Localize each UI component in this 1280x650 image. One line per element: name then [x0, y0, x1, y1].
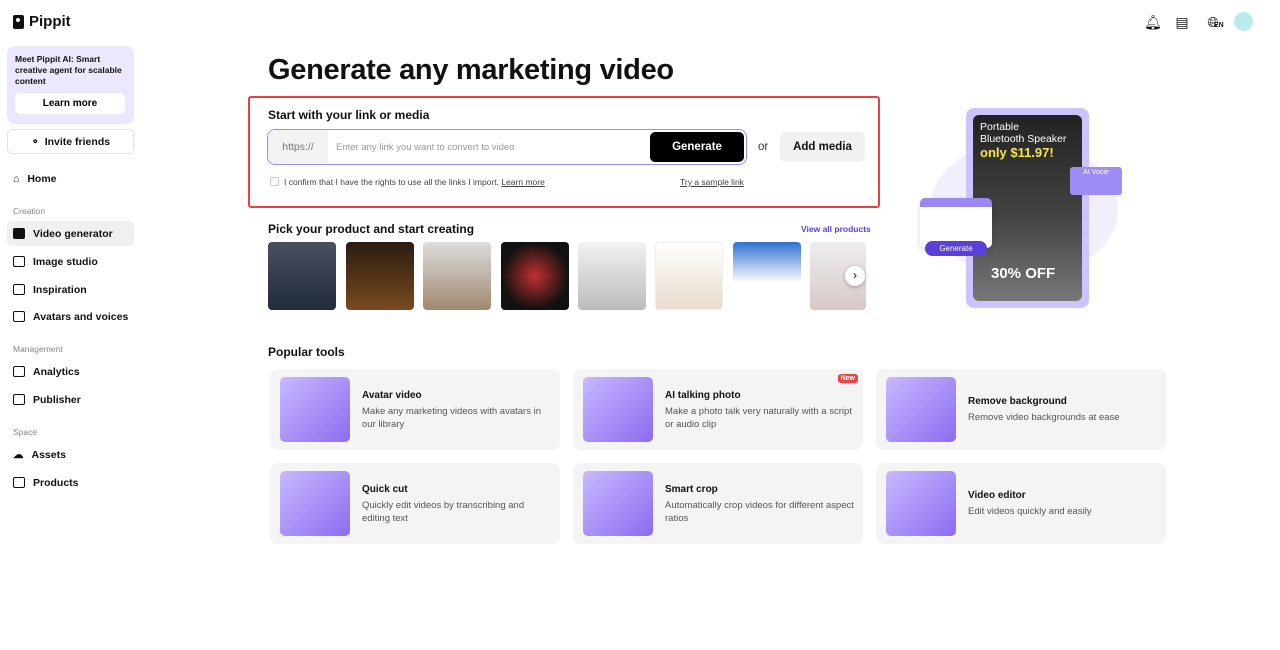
avatar-video-art	[280, 377, 350, 442]
avatar-icon	[13, 311, 25, 322]
products-title: Pick your product and start creating	[268, 222, 475, 236]
link-box-title: Start with your link or media	[268, 108, 430, 122]
pippit-logo-icon	[13, 14, 24, 29]
tool-card-avatar-video[interactable]: Avatar video Make any marketing videos wi…	[270, 369, 560, 450]
product-thumbnail[interactable]	[501, 242, 569, 310]
section-management: Management	[13, 344, 63, 354]
page-title: Generate any marketing video	[268, 54, 674, 86]
product-icon	[13, 477, 25, 488]
quick-cut-art	[280, 471, 350, 536]
learn-more-link[interactable]: Learn more	[501, 177, 544, 187]
product-thumbnail[interactable]	[578, 242, 646, 310]
cloud-icon: ☁	[13, 448, 24, 461]
invite-friends-button[interactable]: ⚬ Invite friends	[7, 129, 134, 154]
popular-tools-title: Popular tools	[268, 345, 345, 359]
try-sample-link[interactable]: Try a sample link	[680, 177, 744, 187]
logo[interactable]: Pippit	[13, 13, 71, 30]
promo-text: Meet Pippit AI: Smart creative agent for…	[15, 54, 122, 86]
product-thumbnail[interactable]	[268, 242, 336, 310]
add-user-icon: ⚬	[30, 135, 40, 148]
sidebar-item-products[interactable]: Products	[7, 470, 134, 495]
image-icon	[13, 256, 25, 267]
sidebar-item-image-studio[interactable]: Image studio	[7, 249, 134, 274]
or-label: or	[758, 141, 769, 153]
sidebar-item-assets[interactable]: ☁ Assets	[7, 442, 134, 467]
product-thumbnail[interactable]	[655, 242, 723, 310]
video-editor-art	[886, 471, 956, 536]
confirm-checkbox[interactable]	[270, 177, 279, 186]
sidebar-item-analytics[interactable]: Analytics	[7, 359, 134, 384]
sidebar-item-home[interactable]: ⌂ Home	[7, 166, 134, 191]
video-generator-icon	[13, 228, 25, 239]
view-all-products-link[interactable]: View all products	[801, 224, 871, 234]
inspiration-icon	[13, 284, 25, 295]
remove-background-art	[886, 377, 956, 442]
sidebar-item-video-generator[interactable]: Video generator	[7, 221, 134, 246]
promo-card: Meet Pippit AI: Smart creative agent for…	[7, 46, 134, 124]
link-input[interactable]	[328, 141, 650, 153]
confirm-text: I confirm that I have the rights to use …	[284, 177, 545, 187]
talking-photo-art	[583, 377, 653, 442]
ai-voice-label: AI Vocie	[1070, 167, 1122, 195]
tool-card-remove-background[interactable]: Remove background Remove video background…	[876, 369, 1166, 450]
analytics-icon	[13, 366, 25, 377]
sidebar-item-inspiration[interactable]: Inspiration	[7, 277, 134, 302]
url-prefix: https://	[268, 130, 328, 164]
sidebar-item-publisher[interactable]: Publisher	[7, 387, 134, 412]
sidebar-item-avatars[interactable]: Avatars and voices	[7, 304, 134, 329]
user-avatar[interactable]	[1234, 12, 1253, 31]
tool-card-ai-talking-photo[interactable]: New AI talking photo Make a photo talk ver…	[573, 369, 863, 450]
calendar-icon	[13, 394, 25, 405]
language-label[interactable]: EN	[1214, 22, 1224, 29]
link-input-group: https:// Generate	[267, 129, 747, 165]
product-thumbnail[interactable]	[346, 242, 414, 310]
tool-card-video-editor[interactable]: Video editor Edit videos quickly and easi…	[876, 463, 1166, 544]
product-thumbnail[interactable]	[733, 242, 801, 310]
home-icon: ⌂	[13, 172, 20, 185]
smart-crop-art	[583, 471, 653, 536]
tool-card-quick-cut[interactable]: Quick cut Quickly edit videos by transcri…	[270, 463, 560, 544]
add-media-button[interactable]: Add media	[780, 132, 865, 162]
product-thumbnail[interactable]	[423, 242, 491, 310]
section-creation: Creation	[13, 206, 46, 216]
section-space: Space	[13, 427, 38, 437]
hero-generate-label: Generate	[925, 241, 987, 256]
generate-button[interactable]: Generate	[650, 132, 744, 162]
tool-card-smart-crop[interactable]: Smart crop Automatically crop videos for …	[573, 463, 863, 544]
inbox-icon[interactable]: ▤	[1174, 14, 1190, 30]
chevron-right-icon[interactable]: ›	[845, 266, 865, 286]
learn-more-button[interactable]: Learn more	[15, 93, 125, 114]
new-badge: New	[837, 374, 858, 383]
bell-icon[interactable]: 🔔︎	[1144, 14, 1162, 30]
